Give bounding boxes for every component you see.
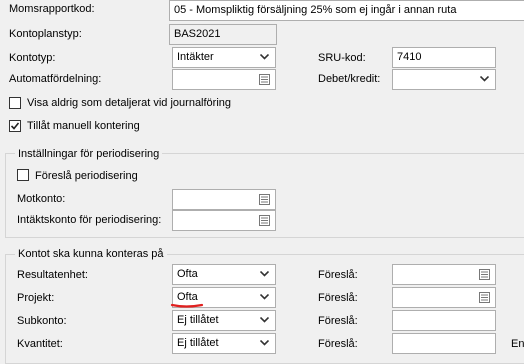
projekt-foresla-label: Föreslå: bbox=[318, 292, 358, 304]
debet-kredit-dropdown-button[interactable] bbox=[475, 70, 495, 89]
kvantitet-value: Ej tillåtet bbox=[177, 337, 219, 349]
resultatenhet-select[interactable]: Ofta bbox=[172, 264, 276, 285]
motkonto-label: Motkonto: bbox=[17, 193, 66, 205]
chevron-down-icon bbox=[260, 317, 269, 323]
kvantitet-foresla-field[interactable] bbox=[392, 333, 496, 354]
projekt-label: Projekt: bbox=[17, 292, 55, 304]
resultatenhet-value: Ofta bbox=[177, 268, 198, 280]
projekt-annotation-underline bbox=[170, 303, 204, 308]
subkonto-label: Subkonto: bbox=[17, 315, 67, 327]
kontoplanstyp-value: BAS2021 bbox=[174, 28, 221, 40]
projekt-foresla-field[interactable] bbox=[392, 287, 496, 308]
chevron-down-icon bbox=[260, 340, 269, 346]
momsrapportkod-field[interactable]: 05 - Momspliktig försäljning 25% som ej … bbox=[169, 0, 524, 21]
kvantitet-dropdown-button[interactable] bbox=[255, 334, 275, 353]
projekt-dropdown-button[interactable] bbox=[255, 288, 275, 307]
subkonto-value: Ej tillåtet bbox=[177, 314, 219, 326]
list-picker-icon bbox=[479, 269, 490, 280]
list-picker-icon bbox=[479, 292, 490, 303]
intaktskonto-field[interactable] bbox=[172, 210, 276, 231]
chevron-down-icon bbox=[480, 76, 489, 82]
subkonto-foresla-field[interactable] bbox=[392, 310, 496, 331]
periodisering-group-title: Inställningar för periodisering bbox=[15, 147, 163, 161]
resultatenhet-dropdown-button[interactable] bbox=[255, 265, 275, 284]
sru-kod-label: SRU-kod: bbox=[318, 52, 366, 64]
list-picker-icon bbox=[259, 194, 270, 205]
resultatenhet-label: Resultatenhet: bbox=[17, 269, 88, 281]
list-picker-icon bbox=[259, 74, 270, 85]
chevron-down-icon bbox=[260, 54, 269, 60]
subkonto-foresla-label: Föreslå: bbox=[318, 315, 358, 327]
kontering-group-title: Kontot ska kunna konteras på bbox=[15, 247, 167, 261]
projekt-foresla-picker-button[interactable] bbox=[475, 289, 494, 306]
resultatenhet-foresla-picker-button[interactable] bbox=[475, 266, 494, 283]
kontotyp-select[interactable]: Intäkter bbox=[172, 47, 276, 68]
kontotyp-value: Intäkter bbox=[177, 51, 214, 63]
checkmark-icon bbox=[11, 122, 19, 130]
foresla-periodisering-label: Föreslå periodisering bbox=[35, 170, 138, 182]
automatfordelning-label: Automatfördelning: bbox=[9, 73, 102, 85]
intaktskonto-label: Intäktskonto för periodisering: bbox=[17, 214, 162, 226]
kontotyp-dropdown-button[interactable] bbox=[255, 48, 275, 67]
sru-kod-field[interactable]: 7410 bbox=[392, 47, 496, 68]
foresla-periodisering-checkbox[interactable] bbox=[17, 169, 29, 181]
automatfordelning-picker-button[interactable] bbox=[255, 71, 274, 88]
resultatenhet-foresla-field[interactable] bbox=[392, 264, 496, 285]
kvantitet-select[interactable]: Ej tillåtet bbox=[172, 333, 276, 354]
visa-aldrig-checkbox[interactable] bbox=[9, 97, 21, 109]
projekt-value: Ofta bbox=[177, 291, 198, 303]
motkonto-field[interactable] bbox=[172, 189, 276, 210]
chevron-down-icon bbox=[260, 271, 269, 277]
tillat-manuell-checkbox[interactable] bbox=[9, 120, 21, 132]
motkonto-picker-button[interactable] bbox=[255, 191, 274, 208]
list-picker-icon bbox=[259, 215, 270, 226]
visa-aldrig-label: Visa aldrig som detaljerat vid journalfö… bbox=[27, 97, 232, 109]
kontoplanstyp-label: Kontoplanstyp: bbox=[9, 28, 82, 40]
momsrapportkod-label: Momsrapportkod: bbox=[9, 3, 95, 15]
tillat-manuell-label: Tillåt manuell kontering bbox=[27, 120, 140, 132]
debet-kredit-select[interactable] bbox=[392, 69, 496, 90]
kontotyp-label: Kontotyp: bbox=[9, 52, 56, 64]
intaktskonto-picker-button[interactable] bbox=[255, 212, 274, 229]
chevron-down-icon bbox=[260, 294, 269, 300]
debet-kredit-label: Debet/kredit: bbox=[318, 73, 381, 85]
automatfordelning-field[interactable] bbox=[172, 69, 276, 90]
resultatenhet-foresla-label: Föreslå: bbox=[318, 269, 358, 281]
kontoplanstyp-field: BAS2021 bbox=[169, 24, 277, 45]
subkonto-select[interactable]: Ej tillåtet bbox=[172, 310, 276, 331]
momsrapportkod-value: 05 - Momspliktig försäljning 25% som ej … bbox=[174, 4, 457, 16]
sru-kod-value: 7410 bbox=[397, 51, 422, 63]
subkonto-dropdown-button[interactable] bbox=[255, 311, 275, 330]
